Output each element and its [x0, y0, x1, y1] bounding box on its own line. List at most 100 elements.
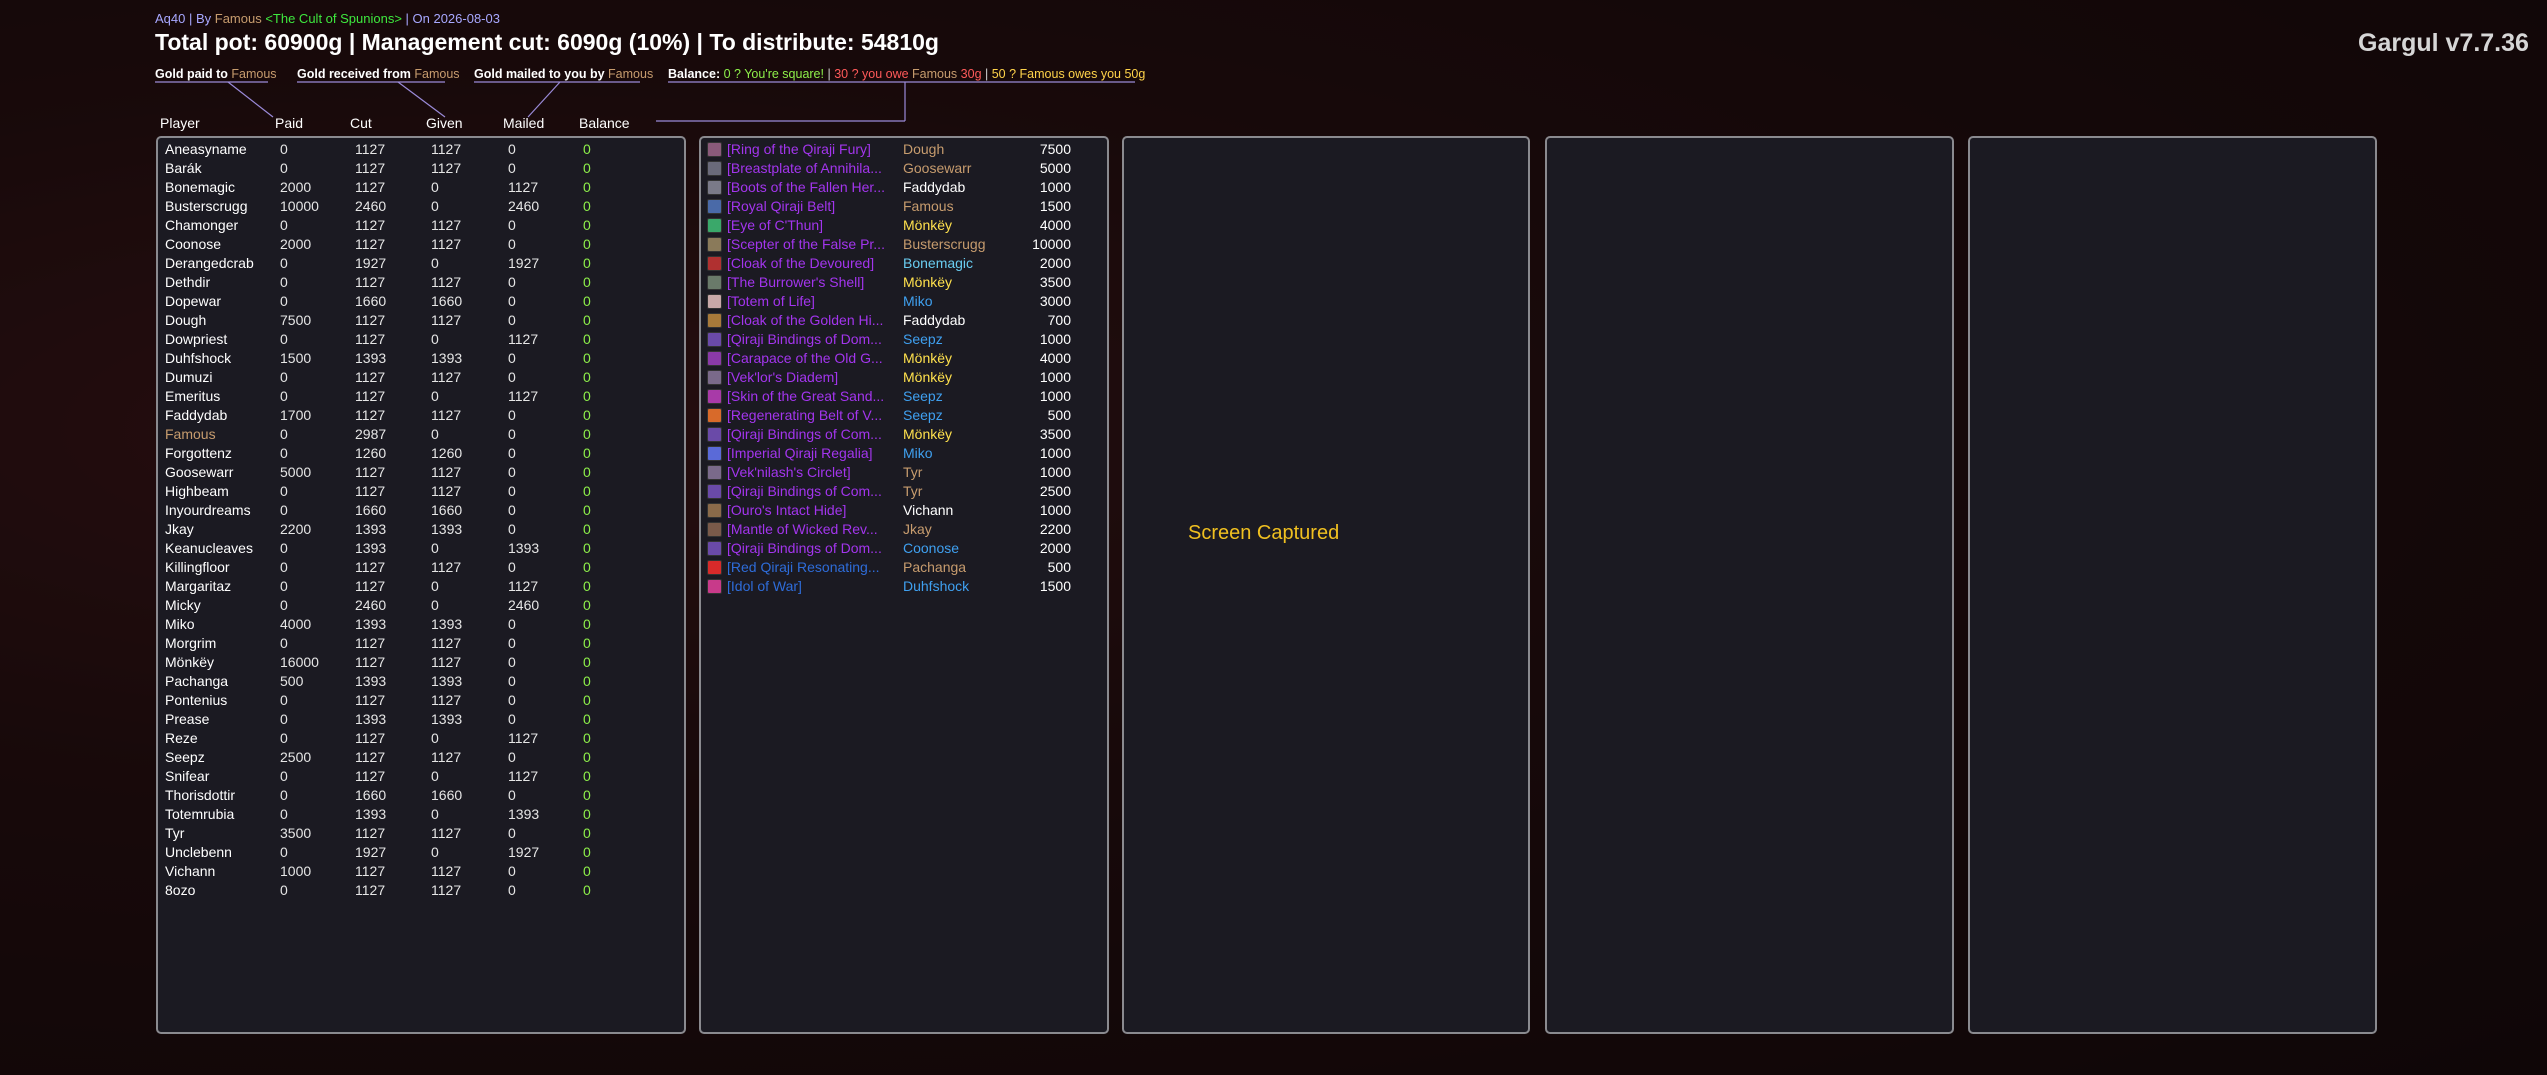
- loot-row[interactable]: [Qiraji Bindings of Dom... Seepz 1000: [701, 330, 1101, 349]
- loot-row[interactable]: [Imperial Qiraji Regalia] Miko 1000: [701, 444, 1101, 463]
- loot-row[interactable]: [The Burrower's Shell] Mönkëy 3500: [701, 273, 1101, 292]
- loot-row[interactable]: [Boots of the Fallen Her... Faddydab 1000: [701, 178, 1101, 197]
- player-row[interactable]: Snifear 0 1127 0 1127 0: [158, 767, 678, 786]
- player-row[interactable]: Emeritus 0 1127 0 1127 0: [158, 387, 678, 406]
- loot-row[interactable]: [Qiraji Bindings of Com... Mönkëy 3500: [701, 425, 1101, 444]
- player-row[interactable]: Dopewar 0 1660 1660 0 0: [158, 292, 678, 311]
- loot-item-link[interactable]: [Ring of the Qiraji Fury]: [727, 140, 901, 159]
- loot-panel[interactable]: [Ring of the Qiraji Fury] Dough 7500 [Breas…: [699, 136, 1109, 1034]
- loot-row[interactable]: [Qiraji Bindings of Com... Tyr 2500: [701, 482, 1101, 501]
- player-row[interactable]: Morgrim 0 1127 1127 0 0: [158, 634, 678, 653]
- player-row[interactable]: Forgottenz 0 1260 1260 0 0: [158, 444, 678, 463]
- player-row[interactable]: Chamonger 0 1127 1127 0 0: [158, 216, 678, 235]
- player-row[interactable]: Busterscrugg 10000 2460 0 2460 0: [158, 197, 678, 216]
- player-row[interactable]: Faddydab 1700 1127 1127 0 0: [158, 406, 678, 425]
- player-row[interactable]: Bonemagic 2000 1127 0 1127 0: [158, 178, 678, 197]
- loot-row[interactable]: [Vek'nilash's Circlet] Tyr 1000: [701, 463, 1101, 482]
- loot-row[interactable]: [Vek'lor's Diadem] Mönkëy 1000: [701, 368, 1101, 387]
- player-row[interactable]: Totemrubia 0 1393 0 1393 0: [158, 805, 678, 824]
- loot-item-link[interactable]: [Idol of War]: [727, 577, 901, 596]
- player-row[interactable]: Prease 0 1393 1393 0 0: [158, 710, 678, 729]
- loot-row[interactable]: [Mantle of Wicked Rev... Jkay 2200: [701, 520, 1101, 539]
- loot-item-link[interactable]: [Qiraji Bindings of Com...: [727, 425, 901, 444]
- loot-row[interactable]: [Qiraji Bindings of Dom... Coonose 2000: [701, 539, 1101, 558]
- player-cut: 1127: [355, 369, 386, 385]
- player-row[interactable]: Famous 0 2987 0 0 0: [158, 425, 678, 444]
- player-name: Pachanga: [165, 673, 229, 689]
- player-row[interactable]: Dough 7500 1127 1127 0 0: [158, 311, 678, 330]
- loot-row[interactable]: [Cloak of the Golden Hi... Faddydab 700: [701, 311, 1101, 330]
- loot-row[interactable]: [Carapace of the Old G... Mönkëy 4000: [701, 349, 1101, 368]
- loot-item-link[interactable]: [Qiraji Bindings of Dom...: [727, 539, 901, 558]
- loot-row[interactable]: [Red Qiraji Resonating... Pachanga 500: [701, 558, 1101, 577]
- loot-row[interactable]: [Eye of C'Thun] Mönkëy 4000: [701, 216, 1101, 235]
- player-row[interactable]: Mönkëy 16000 1127 1127 0 0: [158, 653, 678, 672]
- loot-item-link[interactable]: [Qiraji Bindings of Dom...: [727, 330, 901, 349]
- player-cut: 1127: [355, 749, 386, 765]
- loot-row[interactable]: [Scepter of the False Pr... Busterscrugg 1…: [701, 235, 1101, 254]
- player-balance: 0: [583, 426, 591, 442]
- player-name: Micky: [165, 597, 201, 613]
- loot-row[interactable]: [Cloak of the Devoured] Bonemagic 2000: [701, 254, 1101, 273]
- player-row[interactable]: Killingfloor 0 1127 1127 0 0: [158, 558, 678, 577]
- player-row[interactable]: Vichann 1000 1127 1127 0 0: [158, 862, 678, 881]
- loot-row[interactable]: [Breastplate of Annihila... Goosewarr 5000: [701, 159, 1101, 178]
- player-row[interactable]: Duhfshock 1500 1393 1393 0 0: [158, 349, 678, 368]
- player-row[interactable]: Dowpriest 0 1127 0 1127 0: [158, 330, 678, 349]
- player-row[interactable]: Barák 0 1127 1127 0 0: [158, 159, 678, 178]
- player-row[interactable]: Thorisdottir 0 1660 1660 0 0: [158, 786, 678, 805]
- loot-row[interactable]: [Skin of the Great Sand... Seepz 1000: [701, 387, 1101, 406]
- loot-winner: Seepz: [903, 407, 943, 423]
- loot-item-link[interactable]: [Red Qiraji Resonating...: [727, 558, 901, 577]
- player-row[interactable]: Unclebenn 0 1927 0 1927 0: [158, 843, 678, 862]
- loot-item-link[interactable]: [Scepter of the False Pr...: [727, 235, 901, 254]
- player-row[interactable]: Tyr 3500 1127 1127 0 0: [158, 824, 678, 843]
- player-mailed: 1127: [508, 388, 539, 404]
- player-row[interactable]: Inyourdreams 0 1660 1660 0 0: [158, 501, 678, 520]
- player-row[interactable]: Micky 0 2460 0 2460 0: [158, 596, 678, 615]
- loot-item-link[interactable]: [Qiraji Bindings of Com...: [727, 482, 901, 501]
- player-row[interactable]: Seepz 2500 1127 1127 0 0: [158, 748, 678, 767]
- loot-item-link[interactable]: [Skin of the Great Sand...: [727, 387, 901, 406]
- loot-row[interactable]: [Regenerating Belt of V... Seepz 500: [701, 406, 1101, 425]
- player-row[interactable]: Dethdir 0 1127 1127 0 0: [158, 273, 678, 292]
- player-row[interactable]: Pachanga 500 1393 1393 0 0: [158, 672, 678, 691]
- player-name: Busterscrugg: [165, 198, 248, 214]
- loot-item-link[interactable]: [The Burrower's Shell]: [727, 273, 901, 292]
- player-paid: 0: [280, 711, 288, 727]
- loot-item-link[interactable]: [Vek'lor's Diadem]: [727, 368, 901, 387]
- loot-item-link[interactable]: [Breastplate of Annihila...: [727, 159, 901, 178]
- loot-item-link[interactable]: [Boots of the Fallen Her...: [727, 178, 901, 197]
- player-row[interactable]: Margaritaz 0 1127 0 1127 0: [158, 577, 678, 596]
- player-row[interactable]: Coonose 2000 1127 1127 0 0: [158, 235, 678, 254]
- player-row[interactable]: Goosewarr 5000 1127 1127 0 0: [158, 463, 678, 482]
- players-panel[interactable]: Aneasyname 0 1127 1127 0 0 Barák 0 1127 1127 0 0 Bon…: [156, 136, 686, 1034]
- loot-winner: Faddydab: [903, 312, 966, 328]
- loot-item-link[interactable]: [Ouro's Intact Hide]: [727, 501, 901, 520]
- loot-row[interactable]: [Totem of Life] Miko 3000: [701, 292, 1101, 311]
- player-row[interactable]: Highbeam 0 1127 1127 0 0: [158, 482, 678, 501]
- player-row[interactable]: Jkay 2200 1393 1393 0 0: [158, 520, 678, 539]
- loot-row[interactable]: [Royal Qiraji Belt] Famous 1500: [701, 197, 1101, 216]
- loot-item-link[interactable]: [Mantle of Wicked Rev...: [727, 520, 901, 539]
- loot-item-link[interactable]: [Totem of Life]: [727, 292, 901, 311]
- loot-row[interactable]: [Ring of the Qiraji Fury] Dough 7500: [701, 140, 1101, 159]
- player-row[interactable]: Keanucleaves 0 1393 0 1393 0: [158, 539, 678, 558]
- loot-item-link[interactable]: [Cloak of the Devoured]: [727, 254, 901, 273]
- player-row[interactable]: Dumuzi 0 1127 1127 0 0: [158, 368, 678, 387]
- loot-item-link[interactable]: [Carapace of the Old G...: [727, 349, 901, 368]
- player-row[interactable]: Aneasyname 0 1127 1127 0 0: [158, 140, 678, 159]
- loot-item-link[interactable]: [Regenerating Belt of V...: [727, 406, 901, 425]
- loot-item-link[interactable]: [Royal Qiraji Belt]: [727, 197, 901, 216]
- loot-row[interactable]: [Ouro's Intact Hide] Vichann 1000: [701, 501, 1101, 520]
- loot-row[interactable]: [Idol of War] Duhfshock 1500: [701, 577, 1101, 596]
- player-row[interactable]: 8ozo 0 1127 1127 0 0: [158, 881, 678, 900]
- loot-item-link[interactable]: [Imperial Qiraji Regalia]: [727, 444, 901, 463]
- loot-item-link[interactable]: [Cloak of the Golden Hi...: [727, 311, 901, 330]
- player-row[interactable]: Derangedcrab 0 1927 0 1927 0: [158, 254, 678, 273]
- player-row[interactable]: Pontenius 0 1127 1127 0 0: [158, 691, 678, 710]
- player-row[interactable]: Miko 4000 1393 1393 0 0: [158, 615, 678, 634]
- player-row[interactable]: Reze 0 1127 0 1127 0: [158, 729, 678, 748]
- loot-item-link[interactable]: [Vek'nilash's Circlet]: [727, 463, 901, 482]
- loot-item-link[interactable]: [Eye of C'Thun]: [727, 216, 901, 235]
